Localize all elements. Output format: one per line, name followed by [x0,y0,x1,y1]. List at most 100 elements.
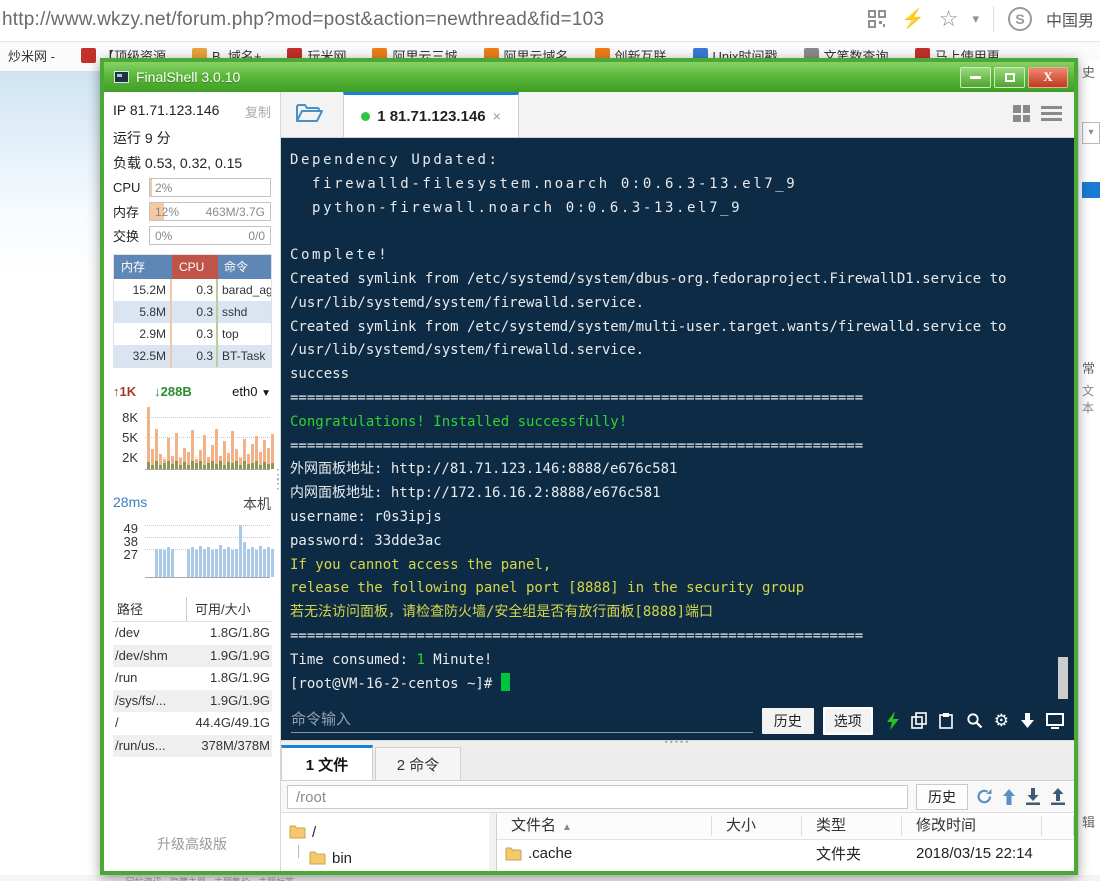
disk-row[interactable]: /dev1.8G/1.8G [113,622,272,645]
region-label[interactable]: 中国男 [1046,7,1094,31]
chart-bar [155,461,158,469]
net-ytick: 8K [110,410,138,425]
page-dropdown-fragment: ▾ [1082,122,1100,144]
minimize-button[interactable] [960,67,991,88]
process-row[interactable]: 32.5M0.3BT-Task [114,345,271,367]
history-button[interactable]: 历史 [762,708,814,734]
network-chart [145,404,270,470]
terminal-line: python-firewall.noarch 0:0.6.3-13.el7_9 [290,197,1074,221]
terminal-output[interactable]: Dependency Updated: firewalld-filesystem… [281,138,1074,705]
disk-row[interactable]: /44.4G/49.1G [113,712,272,735]
gear-icon[interactable]: ⚙ [994,712,1009,729]
chart-bar [235,461,238,469]
page-background-left [0,71,100,881]
uptime-label: 运行 9 分 [113,128,271,148]
terminal-line: 外网面板地址: http://81.71.123.146:8888/e676c5… [290,458,1074,482]
download-file-icon[interactable] [1025,788,1041,805]
disk-row[interactable]: /run1.8G/1.9G [113,667,272,690]
download-arrow-icon[interactable] [1020,712,1035,729]
chart-bar [231,550,234,577]
close-button[interactable]: X [1028,67,1068,88]
folder-icon [289,825,306,839]
terminal-scrollbar-thumb[interactable] [1058,657,1068,699]
qr-code-icon[interactable] [867,9,887,29]
sogou-logo-icon[interactable]: S [1008,7,1032,31]
screen: http://www.wkzy.net/forum.php?mod=post&a… [0,0,1100,881]
chart-bar [171,464,174,469]
ping-latency: 28ms [113,494,147,514]
menu-icon[interactable] [1041,104,1062,123]
connection-manager-button[interactable] [295,102,323,124]
maximize-button[interactable] [994,67,1025,88]
options-button[interactable]: 选项 [823,707,873,735]
command-input[interactable]: 命令输入 [291,709,753,733]
tree-items: /bin [289,819,496,871]
toolbar-dropdown-icon[interactable]: ▾ [972,11,979,27]
disk-row[interactable]: /sys/fs/...1.9G/1.9G [113,690,272,713]
path-history-button[interactable]: 历史 [916,784,968,810]
terminal-line: Congratulations! Installed successfully! [290,411,1074,435]
bookmark-favicon [81,48,96,63]
tree-item[interactable]: / [289,819,496,845]
ping-chart [145,518,270,578]
refresh-icon[interactable] [976,788,993,805]
process-row[interactable]: 2.9M0.3top [114,323,271,345]
bottom-panel-tabs: 1 文件 2 命令 [281,745,1074,781]
path-input[interactable]: /root [287,785,908,809]
grid-view-icon[interactable] [1012,104,1031,123]
copy-icon[interactable] [911,712,928,729]
search-icon[interactable] [966,712,983,729]
chart-bar [183,462,186,469]
tab-commands[interactable]: 2 命令 [375,747,461,780]
window-title-bar[interactable]: FinalShell 3.0.10 X [104,62,1074,92]
session-tab[interactable]: 1 81.71.123.146 × [343,92,519,137]
chart-bar [179,465,182,469]
run-lightning-icon[interactable] [886,711,900,730]
bookmark-item[interactable]: 炒米网 - [8,46,55,65]
sidebar-resize-handle[interactable]: ⋮⋮ [271,470,285,488]
file-row[interactable] [497,867,1074,871]
parent-directory-icon[interactable] [1002,789,1016,805]
chart-bar [243,461,246,469]
tab-close-icon[interactable]: × [493,108,501,124]
file-row[interactable]: .cache文件夹2018/03/15 22:14 [497,840,1074,867]
disk-row[interactable]: /dev/shm1.9G/1.9G [113,645,272,668]
chart-bar [207,463,210,469]
chart-bar [251,463,254,469]
disk-table-header[interactable]: 路径 可用/大小 [113,597,272,622]
process-row[interactable]: 5.8M0.3sshd [114,301,271,323]
upgrade-link[interactable]: 升级高级版 [104,834,280,854]
process-table: 内存 CPU 命令 15.2M0.3barad_ag5.8M0.3sshd2.9… [113,254,272,368]
chart-bar [199,461,202,469]
new-window-icon[interactable] [1046,713,1064,729]
terminal-line: Complete! [290,244,1074,268]
favorite-star-icon[interactable]: ☆ [939,6,959,32]
interface-dropdown[interactable]: eth0 ▼ [232,384,271,399]
chart-bar [223,549,226,577]
disk-table: 路径 可用/大小 /dev1.8G/1.8G/dev/shm1.9G/1.9G/… [113,597,272,757]
copy-ip-button[interactable]: 复制 [245,102,271,121]
upload-file-icon[interactable] [1050,788,1066,805]
url-text[interactable]: http://www.wkzy.net/forum.php?mod=post&a… [2,9,604,31]
file-table-header[interactable]: 文件名▲ 大小 类型 修改时间 [497,813,1074,840]
browser-url-bar[interactable]: http://www.wkzy.net/forum.php?mod=post&a… [0,0,1100,41]
tree-scrollbar[interactable] [489,813,496,871]
chart-bar [215,549,218,577]
chart-bar [195,550,198,577]
tab-files[interactable]: 1 文件 [281,745,373,780]
process-row[interactable]: 15.2M0.3barad_ag [114,279,271,301]
paste-icon[interactable] [939,712,955,729]
chart-bar [155,549,158,577]
load-label: 负载 0.53, 0.32, 0.15 [113,153,271,173]
chart-bar [255,550,258,577]
terminal-line: Dependency Updated: [290,149,1074,173]
net-bars-up [147,461,270,469]
lightning-icon[interactable]: ⚡ [901,7,925,31]
disk-row[interactable]: /run/us...378M/378M [113,735,272,758]
terminal-line: If you cannot access the panel, [290,554,1074,578]
chart-bar [199,546,202,577]
terminal-line: ========================================… [290,435,1074,459]
tree-item[interactable]: bin [289,845,496,871]
net-ytick: 2K [110,450,138,465]
process-table-header[interactable]: 内存 CPU 命令 [114,255,271,279]
